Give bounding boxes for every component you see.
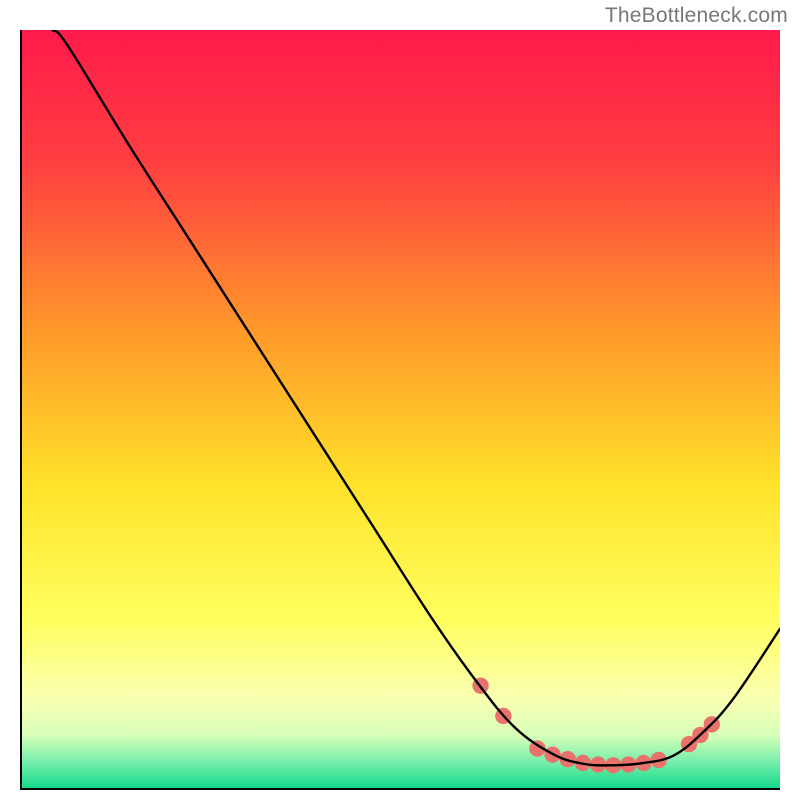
chart-svg [22,30,780,788]
attribution-text: TheBottleneck.com [605,4,788,28]
gradient-rect [22,30,780,788]
plot-area [20,30,780,790]
chart-frame: TheBottleneck.com [0,0,800,800]
